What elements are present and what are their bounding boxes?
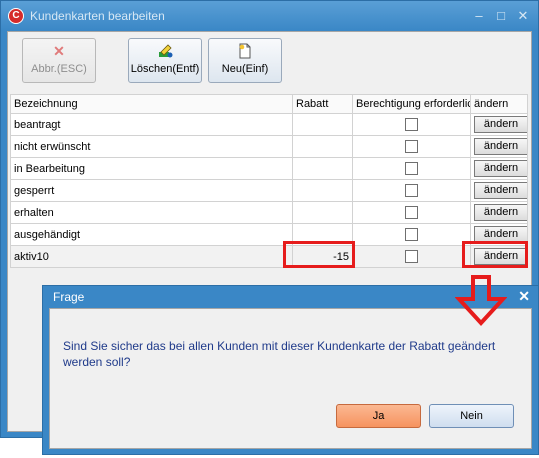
table-row[interactable]: beantragt ändern	[10, 113, 528, 136]
cell-bezeichnung[interactable]: ausgehändigt	[10, 223, 293, 246]
kundenkarten-grid: Bezeichnung Rabatt Berechtigung erforder…	[10, 94, 528, 268]
cell-aendern: ändern	[470, 179, 528, 202]
cell-aendern: ändern	[470, 113, 528, 136]
cell-bezeichnung[interactable]: gesperrt	[10, 179, 293, 202]
cell-bezeichnung[interactable]: beantragt	[10, 113, 293, 136]
aendern-button[interactable]: ändern	[474, 204, 527, 221]
cell-berechtigung	[352, 157, 471, 180]
cell-berechtigung	[352, 201, 471, 224]
column-header-aendern[interactable]: ändern	[470, 94, 528, 114]
cell-berechtigung	[352, 135, 471, 158]
table-row[interactable]: in Bearbeitung ändern	[10, 157, 528, 180]
dialog-close-icon[interactable]: ✕	[518, 288, 530, 305]
aendern-button[interactable]: ändern	[474, 160, 527, 177]
aendern-button[interactable]: ändern	[474, 116, 527, 133]
rabatt-highlight-box	[283, 241, 355, 268]
red-arrow-down-icon	[455, 275, 507, 326]
maximize-icon[interactable]: □	[493, 8, 509, 23]
cell-rabatt[interactable]	[292, 201, 353, 224]
cancel-button[interactable]: ✕ Abbr.(ESC)	[22, 38, 96, 83]
cell-rabatt[interactable]	[292, 135, 353, 158]
cell-bezeichnung[interactable]: aktiv10	[10, 245, 293, 268]
cell-bezeichnung[interactable]: erhalten	[10, 201, 293, 224]
minimize-icon[interactable]: –	[471, 8, 487, 23]
cell-rabatt[interactable]	[292, 113, 353, 136]
delete-button[interactable]: Löschen(Entf)	[128, 38, 202, 83]
app-icon: C	[8, 8, 24, 24]
berechtigung-checkbox[interactable]	[405, 250, 418, 263]
column-header-rabatt[interactable]: Rabatt	[292, 94, 353, 114]
no-button[interactable]: Nein	[429, 404, 514, 428]
cell-bezeichnung[interactable]: nicht erwünscht	[10, 135, 293, 158]
grid-header-row: Bezeichnung Rabatt Berechtigung erforder…	[10, 94, 528, 114]
aendern-button[interactable]: ändern	[474, 138, 527, 155]
berechtigung-checkbox[interactable]	[405, 140, 418, 153]
dialog-message: Sind Sie sicher das bei allen Kunden mit…	[63, 339, 496, 369]
berechtigung-checkbox[interactable]	[405, 184, 418, 197]
cell-berechtigung	[352, 113, 471, 136]
cell-aendern: ändern	[470, 201, 528, 224]
new-button[interactable]: Neu(Einf)	[208, 38, 282, 83]
berechtigung-checkbox[interactable]	[405, 162, 418, 175]
close-icon[interactable]: ✕	[515, 8, 531, 24]
cell-berechtigung	[352, 245, 471, 268]
new-button-label: Neu(Einf)	[221, 63, 269, 75]
berechtigung-checkbox[interactable]	[405, 228, 418, 241]
dialog-client: Sind Sie sicher das bei allen Kunden mit…	[49, 308, 532, 449]
column-header-berechtigung[interactable]: Berechtigung erforderlich	[352, 94, 471, 114]
dialog-title: Frage	[53, 290, 85, 304]
delete-button-label: Löschen(Entf)	[130, 63, 200, 75]
new-doc-icon	[237, 43, 253, 59]
cell-aendern: ändern	[470, 157, 528, 180]
cell-bezeichnung[interactable]: in Bearbeitung	[10, 157, 293, 180]
delete-icon	[157, 43, 173, 59]
x-icon: ✕	[53, 43, 65, 59]
window-title: Kundenkarten bearbeiten	[30, 9, 165, 23]
berechtigung-checkbox[interactable]	[405, 118, 418, 131]
cancel-button-label: Abbr.(ESC)	[31, 63, 87, 75]
table-row[interactable]: gesperrt ändern	[10, 179, 528, 202]
yes-button[interactable]: Ja	[336, 404, 421, 428]
cell-rabatt[interactable]	[292, 179, 353, 202]
cell-aendern: ändern	[470, 135, 528, 158]
cell-berechtigung	[352, 223, 471, 246]
table-row[interactable]: ausgehändigt ändern	[10, 223, 528, 246]
table-row[interactable]: nicht erwünscht ändern	[10, 135, 528, 158]
berechtigung-checkbox[interactable]	[405, 206, 418, 219]
cell-berechtigung	[352, 179, 471, 202]
table-row-selected[interactable]: aktiv10 -15 ändern	[10, 245, 528, 268]
table-row[interactable]: erhalten ändern	[10, 201, 528, 224]
title-bar[interactable]: C Kundenkarten bearbeiten – □ ✕	[1, 1, 538, 31]
cell-rabatt[interactable]	[292, 157, 353, 180]
aendern-button[interactable]: ändern	[474, 182, 527, 199]
aendern-highlight-box	[462, 241, 528, 268]
column-header-bezeichnung[interactable]: Bezeichnung	[10, 94, 293, 114]
